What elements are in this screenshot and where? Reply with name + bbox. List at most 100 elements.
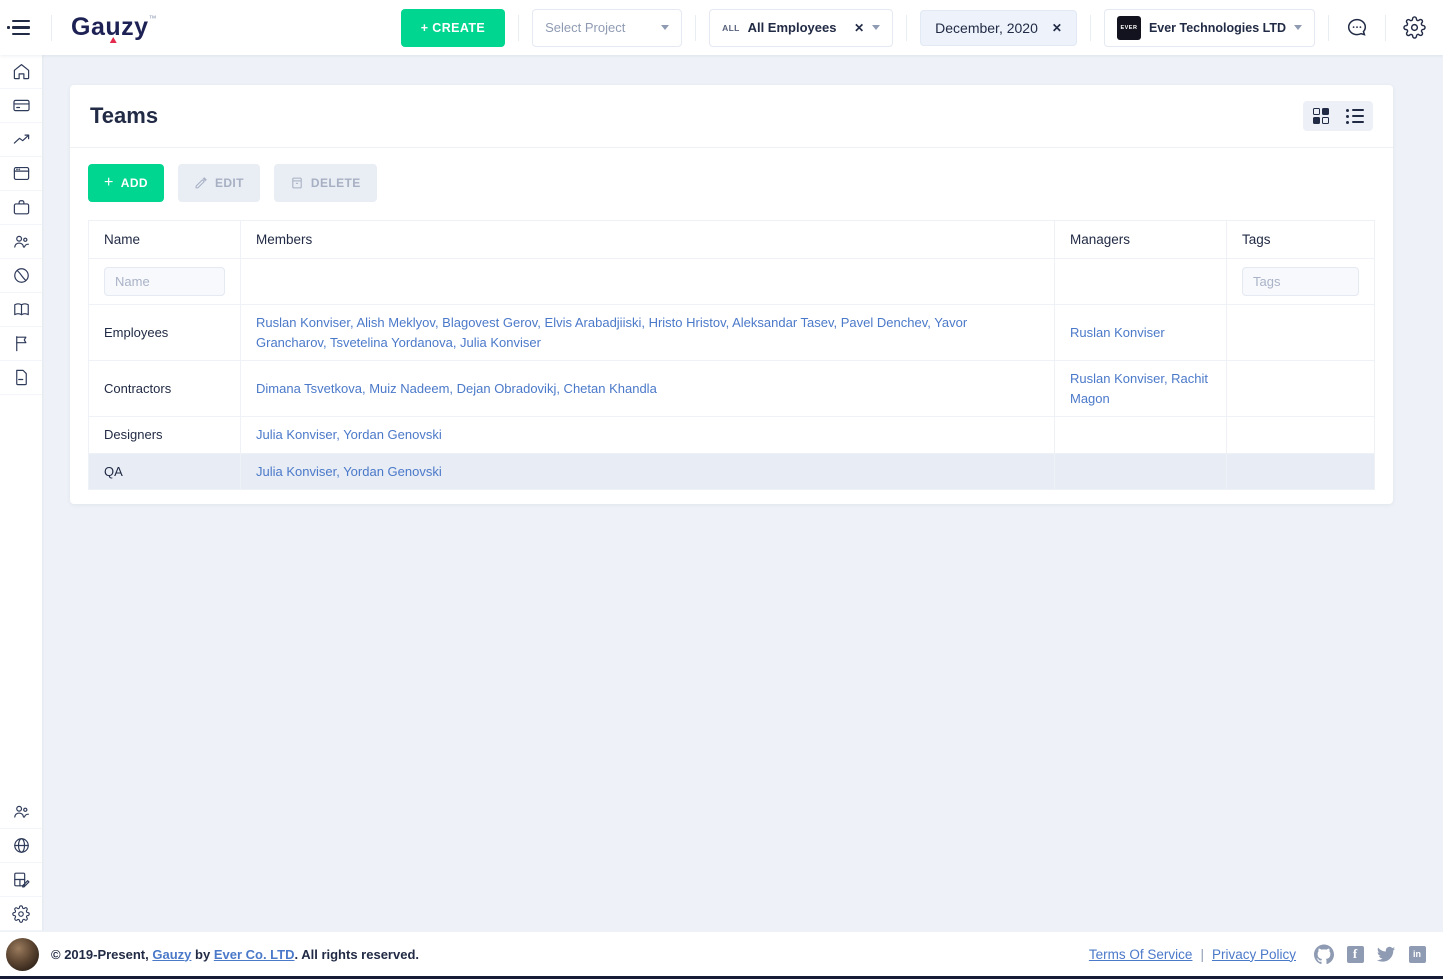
- team-tags: [1227, 361, 1375, 417]
- sidebar-spacer: [0, 395, 42, 795]
- column-header-name[interactable]: Name: [89, 221, 241, 259]
- footer: © 2019-Present, Gauzy by Ever Co. LTD. A…: [0, 931, 1443, 979]
- linkedin-icon[interactable]: in: [1407, 944, 1427, 964]
- project-select-placeholder: Select Project: [545, 20, 625, 35]
- sidebar-item-employees[interactable]: [0, 225, 42, 259]
- logo-accent-letter: u: [105, 13, 121, 42]
- team-managers: [1055, 417, 1227, 454]
- team-name: QA: [89, 453, 241, 490]
- main-content: Teams + ADD EDIT: [42, 55, 1443, 931]
- column-header-managers[interactable]: Managers: [1055, 221, 1227, 259]
- privacy-policy-link[interactable]: Privacy Policy: [1212, 947, 1296, 962]
- all-badge: ALL: [722, 23, 739, 33]
- legal-separator: |: [1200, 947, 1204, 962]
- table-row-designers[interactable]: Designers Julia Konviser, Yordan Genovsk…: [89, 417, 1375, 454]
- sidebar-item-tasks[interactable]: [0, 157, 42, 191]
- book-open-icon: [12, 300, 31, 319]
- grid-view-icon[interactable]: [1311, 106, 1331, 126]
- user-avatar: [6, 938, 39, 971]
- create-button[interactable]: + CREATE: [401, 9, 505, 47]
- github-icon[interactable]: [1314, 944, 1334, 964]
- table-row-employees[interactable]: Employees Ruslan Konviser, Alish Meklyov…: [89, 305, 1375, 361]
- team-tags: [1227, 305, 1375, 361]
- flag-icon: [12, 334, 31, 353]
- clear-icon[interactable]: ✕: [1052, 21, 1062, 35]
- gauzy-footer-link[interactable]: Gauzy: [152, 947, 191, 962]
- edit-button[interactable]: EDIT: [178, 164, 260, 202]
- file-text-icon: [12, 368, 31, 387]
- sidebar-item-dashboard[interactable]: [0, 55, 42, 89]
- team-name: Contractors: [89, 361, 241, 417]
- globe-icon: [12, 836, 31, 855]
- column-header-tags[interactable]: Tags: [1227, 221, 1375, 259]
- edit-button-label: EDIT: [215, 176, 244, 190]
- team-members: Julia Konviser, Yordan Genovski: [241, 417, 1055, 454]
- column-header-members[interactable]: Members: [241, 221, 1055, 259]
- table-header-row: Name Members Managers Tags: [89, 221, 1375, 259]
- header-divider: [518, 15, 519, 41]
- sidebar-item-sales[interactable]: [0, 123, 42, 157]
- team-members: Dimana Tsvetkova, Muiz Nadeem, Dejan Obr…: [241, 361, 1055, 417]
- list-view-icon[interactable]: [1345, 106, 1365, 126]
- copyright-prefix: © 2019-Present,: [51, 947, 149, 962]
- by-text: by: [195, 947, 210, 962]
- sidebar-item-settings[interactable]: [0, 897, 42, 931]
- team-tags: [1227, 417, 1375, 454]
- managers-filter-cell: [1055, 259, 1227, 305]
- sidebar-item-theme[interactable]: [0, 863, 42, 897]
- sidebar-item-accounting[interactable]: [0, 89, 42, 123]
- twitter-icon[interactable]: [1376, 944, 1396, 964]
- plus-icon: +: [104, 175, 114, 191]
- facebook-icon[interactable]: f: [1345, 944, 1365, 964]
- organization-select[interactable]: EVER Ever Technologies LTD: [1104, 9, 1315, 47]
- tags-filter-input[interactable]: [1242, 267, 1359, 296]
- home-icon: [12, 62, 31, 81]
- name-filter-input[interactable]: [104, 267, 225, 296]
- delete-button[interactable]: DELETE: [274, 164, 377, 202]
- add-button-label: ADD: [121, 176, 148, 190]
- clear-icon[interactable]: ✕: [854, 21, 864, 35]
- project-select[interactable]: Select Project: [532, 9, 682, 47]
- ever-co-link[interactable]: Ever Co. LTD: [214, 947, 295, 962]
- credit-card-icon: [12, 96, 31, 115]
- chat-icon[interactable]: [1342, 13, 1372, 43]
- sidebar-item-jobs[interactable]: [0, 191, 42, 225]
- team-tags: [1227, 453, 1375, 490]
- header-divider: [1328, 15, 1329, 41]
- sidebar-item-language[interactable]: [0, 829, 42, 863]
- header-divider: [906, 15, 907, 41]
- sidebar-item-organization[interactable]: [0, 259, 42, 293]
- social-links: f in: [1314, 944, 1427, 964]
- date-range-picker[interactable]: December, 2020 ✕: [920, 10, 1077, 46]
- sidebar-item-reports[interactable]: [0, 361, 42, 395]
- table-toolbar: + ADD EDIT DELETE: [88, 164, 1375, 202]
- copyright-text: © 2019-Present, Gauzy by Ever Co. LTD. A…: [51, 947, 419, 962]
- terms-of-service-link[interactable]: Terms Of Service: [1089, 947, 1193, 962]
- logo-text-suffix: zy: [121, 13, 148, 42]
- gear-icon: [12, 905, 30, 923]
- top-header: Gauzy™ + CREATE Select Project ALL All E…: [0, 0, 1443, 55]
- sidebar-item-knowledge-base[interactable]: [0, 293, 42, 327]
- employee-select[interactable]: ALL All Employees ✕: [709, 9, 893, 47]
- table-filter-row: [89, 259, 1375, 305]
- table-row-contractors[interactable]: Contractors Dimana Tsvetkova, Muiz Nadee…: [89, 361, 1375, 417]
- team-managers: Ruslan Konviser, Rachit Magon: [1055, 361, 1227, 417]
- organization-logo: EVER: [1117, 16, 1141, 40]
- chevron-down-icon: [661, 25, 669, 30]
- table-row-qa[interactable]: QA Julia Konviser, Yordan Genovski: [89, 453, 1375, 490]
- sidebar-item-goals[interactable]: [0, 327, 42, 361]
- delete-button-label: DELETE: [311, 176, 361, 190]
- add-button[interactable]: + ADD: [88, 164, 164, 202]
- menu-toggle-icon[interactable]: [12, 15, 38, 41]
- browser-icon: [12, 164, 31, 183]
- gauzy-logo[interactable]: Gauzy™: [71, 13, 157, 42]
- settings-gear-icon[interactable]: [1399, 13, 1429, 43]
- trending-up-icon: [12, 130, 31, 149]
- teams-card: Teams + ADD EDIT: [70, 85, 1393, 504]
- chevron-down-icon: [1294, 25, 1302, 30]
- sidebar-item-users[interactable]: [0, 795, 42, 829]
- team-managers: Ruslan Konviser: [1055, 305, 1227, 361]
- organization-name: Ever Technologies LTD: [1149, 21, 1286, 35]
- teams-table: Name Members Managers Tags Employees: [88, 220, 1375, 490]
- header-divider: [695, 15, 696, 41]
